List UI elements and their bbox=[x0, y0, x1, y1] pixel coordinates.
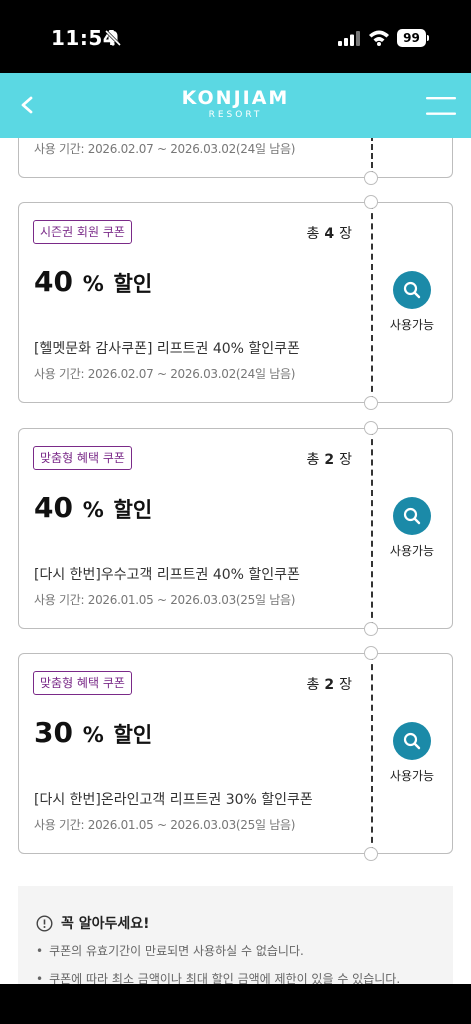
discount-amount: 40 % 할인 bbox=[34, 491, 153, 524]
coupon-type-badge: 시즌권 회원 쿠폰 bbox=[33, 220, 132, 244]
logo-main-text: KONJIAM bbox=[181, 87, 290, 109]
battery-tip bbox=[427, 35, 429, 41]
perforation-line bbox=[371, 429, 373, 628]
use-coupon-label: 사용가능 bbox=[389, 544, 435, 558]
app-header: KONJIAM RESORT bbox=[0, 73, 471, 138]
coupon-type-badge: 맞춤형 혜택 쿠폰 bbox=[33, 446, 132, 470]
coupon-name: [다시 한번]온라인고객 리프트권 30% 할인쿠폰 bbox=[34, 792, 313, 808]
notice-box: 꼭 알아두세요! 쿠폰의 유효기간이 만료되면 사용하실 수 없습니다. 쿠폰에… bbox=[18, 886, 453, 984]
perforation-line bbox=[371, 203, 373, 402]
coupon-card[interactable]: 맞춤형 혜택 쿠폰 총2장 30 % 할인 [다시 한번]온라인고객 리프트권 … bbox=[18, 646, 453, 861]
ticket-notch bbox=[364, 646, 378, 660]
search-icon bbox=[393, 271, 431, 309]
notice-title: 꼭 알아두세요! bbox=[36, 913, 150, 933]
use-coupon-label: 사용가능 bbox=[389, 318, 435, 332]
coupon-count: 총2장 bbox=[306, 452, 352, 468]
brand-logo[interactable]: KONJIAM RESORT bbox=[0, 87, 471, 120]
ticket-notch bbox=[364, 396, 378, 410]
coupon-period: 사용 기간: 2026.01.05 ~ 2026.03.03(25일 남음) bbox=[34, 818, 296, 832]
bottom-bar bbox=[0, 984, 471, 1024]
coupon-type-badge: 맞춤형 혜택 쿠폰 bbox=[33, 671, 132, 695]
coupon-period: 사용 기간: 2026.02.07 ~ 2026.03.02(24일 남음) bbox=[34, 367, 296, 381]
ticket-notch bbox=[364, 421, 378, 435]
battery-indicator: 99 bbox=[397, 29, 429, 47]
discount-amount: 30 % 할인 bbox=[34, 716, 153, 749]
coupon-count: 총2장 bbox=[306, 677, 352, 693]
discount-amount: 40 % 할인 bbox=[34, 265, 153, 298]
coupon-card[interactable]: 시즌권 회원 쿠폰 총4장 40 % 할인 [헬멧문화 감사쿠폰] 리프트권 4… bbox=[18, 195, 453, 410]
search-icon bbox=[393, 722, 431, 760]
coupon-card-partial[interactable]: 사용 기간: 2026.02.07 ~ 2026.03.02(24일 남음) bbox=[18, 138, 453, 185]
notice-title-text: 꼭 알아두세요! bbox=[61, 916, 150, 932]
ticket-notch bbox=[364, 171, 378, 185]
perforation-line bbox=[371, 654, 373, 853]
coupon-count: 총4장 bbox=[306, 226, 352, 242]
battery-level: 99 bbox=[397, 29, 426, 47]
coupon-name: [헬멧문화 감사쿠폰] 리프트권 40% 할인쿠폰 bbox=[34, 341, 300, 357]
notice-item: 쿠폰의 유효기간이 만료되면 사용하실 수 없습니다. bbox=[36, 942, 400, 959]
use-coupon-button[interactable]: 사용가능 bbox=[387, 722, 437, 784]
use-coupon-button[interactable]: 사용가능 bbox=[387, 271, 437, 333]
use-coupon-label: 사용가능 bbox=[389, 769, 435, 783]
search-icon bbox=[393, 497, 431, 535]
use-coupon-button[interactable]: 사용가능 bbox=[387, 497, 437, 559]
notice-item: 쿠폰에 따라 최소 금액이나 최대 할인 금액에 제한이 있을 수 있습니다. bbox=[36, 970, 400, 984]
logo-sub-text: RESORT bbox=[208, 110, 263, 120]
bell-slash-icon bbox=[104, 29, 122, 47]
coupon-period: 사용 기간: 2026.01.05 ~ 2026.03.03(25일 남음) bbox=[34, 593, 296, 607]
coupon-name: [다시 한번]우수고객 리프트권 40% 할인쿠폰 bbox=[34, 567, 300, 583]
wifi-icon bbox=[369, 30, 389, 46]
coupon-period: 사용 기간: 2026.02.07 ~ 2026.03.02(24일 남음) bbox=[34, 142, 296, 156]
hamburger-menu-icon[interactable] bbox=[426, 95, 456, 117]
notice-list: 쿠폰의 유효기간이 만료되면 사용하실 수 없습니다. 쿠폰에 따라 최소 금액… bbox=[36, 942, 400, 984]
info-circle-icon bbox=[36, 914, 53, 932]
cellular-signal-icon bbox=[338, 31, 360, 46]
ticket-notch bbox=[364, 195, 378, 209]
coupon-card[interactable]: 맞춤형 혜택 쿠폰 총2장 40 % 할인 [다시 한번]우수고객 리프트권 4… bbox=[18, 421, 453, 636]
status-bar: 11:54 99 bbox=[0, 0, 471, 73]
ticket-notch bbox=[364, 847, 378, 861]
coupon-list[interactable]: 사용 기간: 2026.02.07 ~ 2026.03.02(24일 남음) 시… bbox=[0, 138, 471, 984]
ticket-notch bbox=[364, 622, 378, 636]
